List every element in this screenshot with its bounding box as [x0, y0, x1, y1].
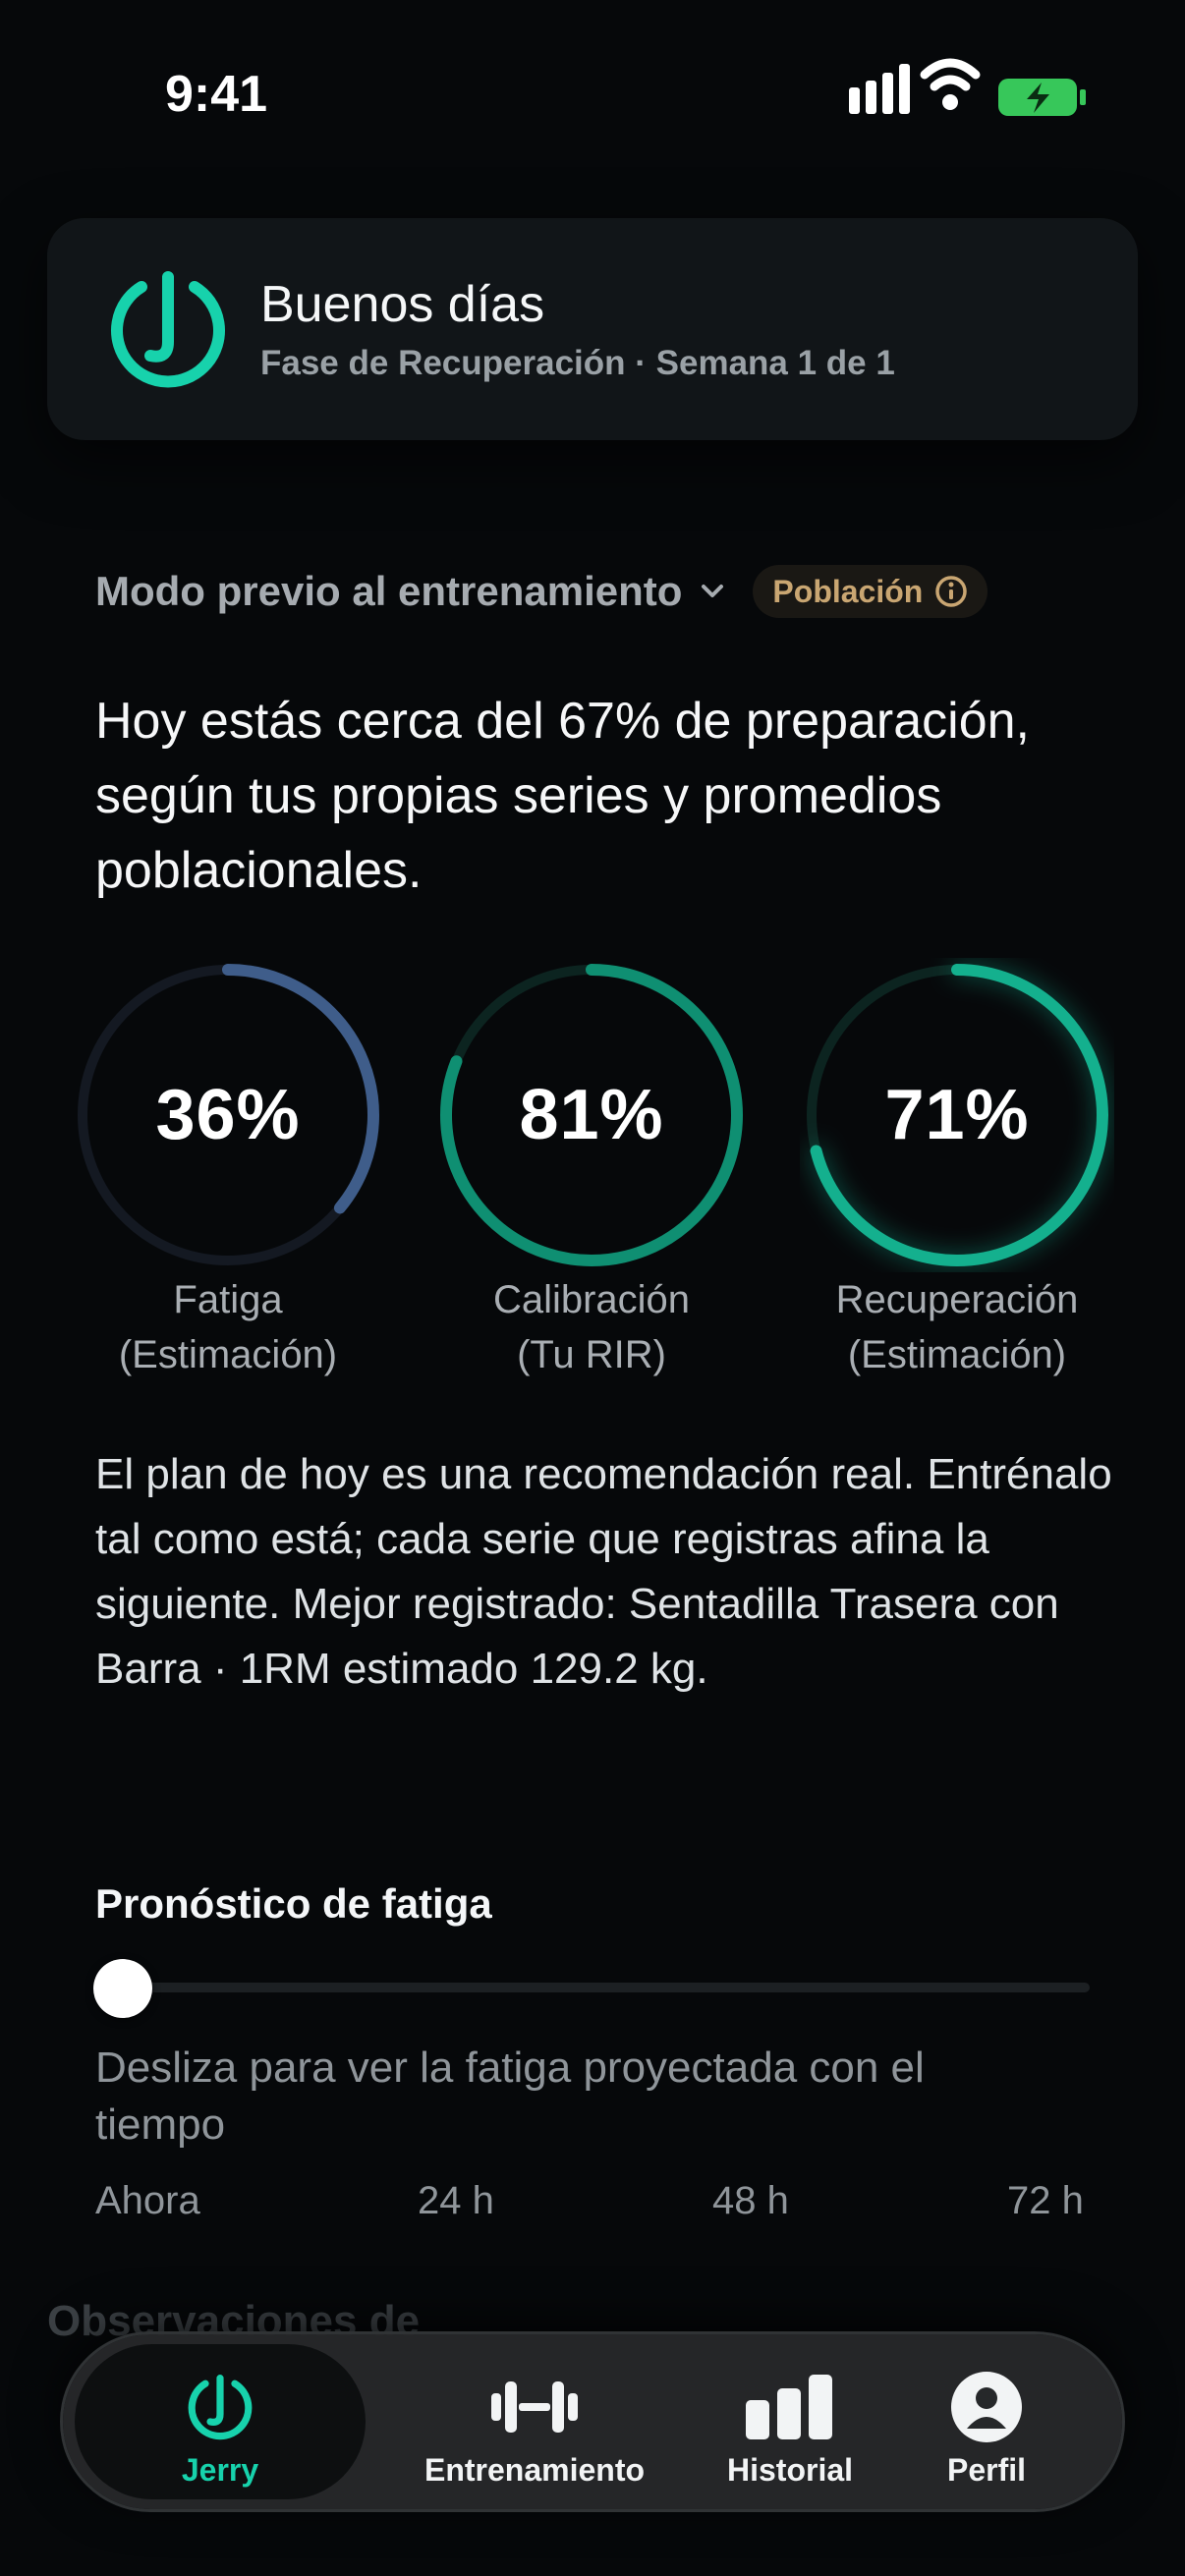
recovery-value: 71% — [884, 1076, 1030, 1154]
forecast-description: Desliza para ver la fatiga proyectada co… — [95, 2044, 925, 2149]
forecast-title: Pronóstico de fatiga — [95, 1880, 492, 1927]
readiness-headline: Hoy estás cerca del 67% de preparación, … — [95, 693, 1030, 899]
jerry-logo-icon — [188, 2375, 253, 2440]
plan-description: El plan de hoy es una recomendación real… — [95, 1450, 1112, 1693]
mode-dropdown[interactable]: Modo previo al entrenamiento — [95, 568, 682, 615]
tab-historial-label: Historial — [726, 2452, 854, 2488]
tick-72h: 72 h — [1007, 2179, 1084, 2222]
recovery-label-line2: (Estimación) — [847, 1333, 1067, 1376]
battery-charging-icon — [998, 79, 1086, 116]
calibration-value: 81% — [519, 1076, 664, 1154]
fatigue-label-line1: Fatiga — [173, 1278, 283, 1321]
mode-selector-row: Modo previo al entrenamiento Población — [95, 560, 988, 623]
fatigue-label-line2: (Estimación) — [118, 1333, 338, 1376]
calibration-label-line1: Calibración — [492, 1278, 691, 1321]
greeting-card: Buenos días Fase de Recuperación · Seman… — [47, 218, 1138, 440]
calibration-gauge: 81% — [434, 958, 749, 1272]
tab-perfil-label: Perfil — [946, 2452, 1027, 2488]
info-icon — [935, 576, 968, 607]
forecast-slider-track[interactable] — [95, 1983, 1090, 1992]
calibration-label: Calibración (Tu RIR) — [415, 1272, 768, 1382]
tab-historial[interactable]: Historial — [682, 2334, 898, 2509]
phase-subtitle: Fase de Recuperación · Semana 1 de 1 — [260, 344, 895, 382]
population-badge-label: Población — [772, 573, 924, 609]
tick-48h: 48 h — [712, 2179, 789, 2222]
chevron-down-icon[interactable] — [698, 577, 727, 606]
tick-24h: 24 h — [418, 2179, 494, 2222]
tab-jerry-label: Jerry — [181, 2452, 259, 2488]
status-bar: 9:41 — [0, 0, 1185, 187]
recovery-gauge: 71% — [800, 958, 1114, 1272]
recovery-label: Recuperación (Estimación) — [780, 1272, 1134, 1382]
jerry-logo-icon — [111, 271, 225, 388]
fatigue-value: 36% — [155, 1076, 301, 1154]
forecast-slider-thumb[interactable] — [93, 1959, 152, 2018]
tab-jerry[interactable]: Jerry — [63, 2334, 377, 2509]
calibration-label-line2: (Tu RIR) — [517, 1333, 666, 1376]
greeting-title: Buenos días — [260, 276, 545, 333]
tab-entrenamiento-label: Entrenamiento — [423, 2452, 646, 2488]
dumbbell-icon — [491, 2381, 578, 2433]
tab-entrenamiento[interactable]: Entrenamiento — [358, 2334, 711, 2509]
fatigue-label: Fatiga (Estimación) — [51, 1272, 405, 1382]
recovery-label-line1: Recuperación — [835, 1278, 1079, 1321]
population-badge[interactable]: Población — [753, 565, 988, 618]
bar-chart-icon — [746, 2375, 832, 2439]
tick-now: Ahora — [95, 2179, 200, 2222]
tab-bar: Jerry Entrenamiento Historial Perfil — [63, 2334, 1122, 2509]
fatigue-gauge: 36% — [71, 958, 385, 1272]
tab-perfil[interactable]: Perfil — [908, 2334, 1065, 2509]
profile-icon — [951, 2372, 1022, 2442]
